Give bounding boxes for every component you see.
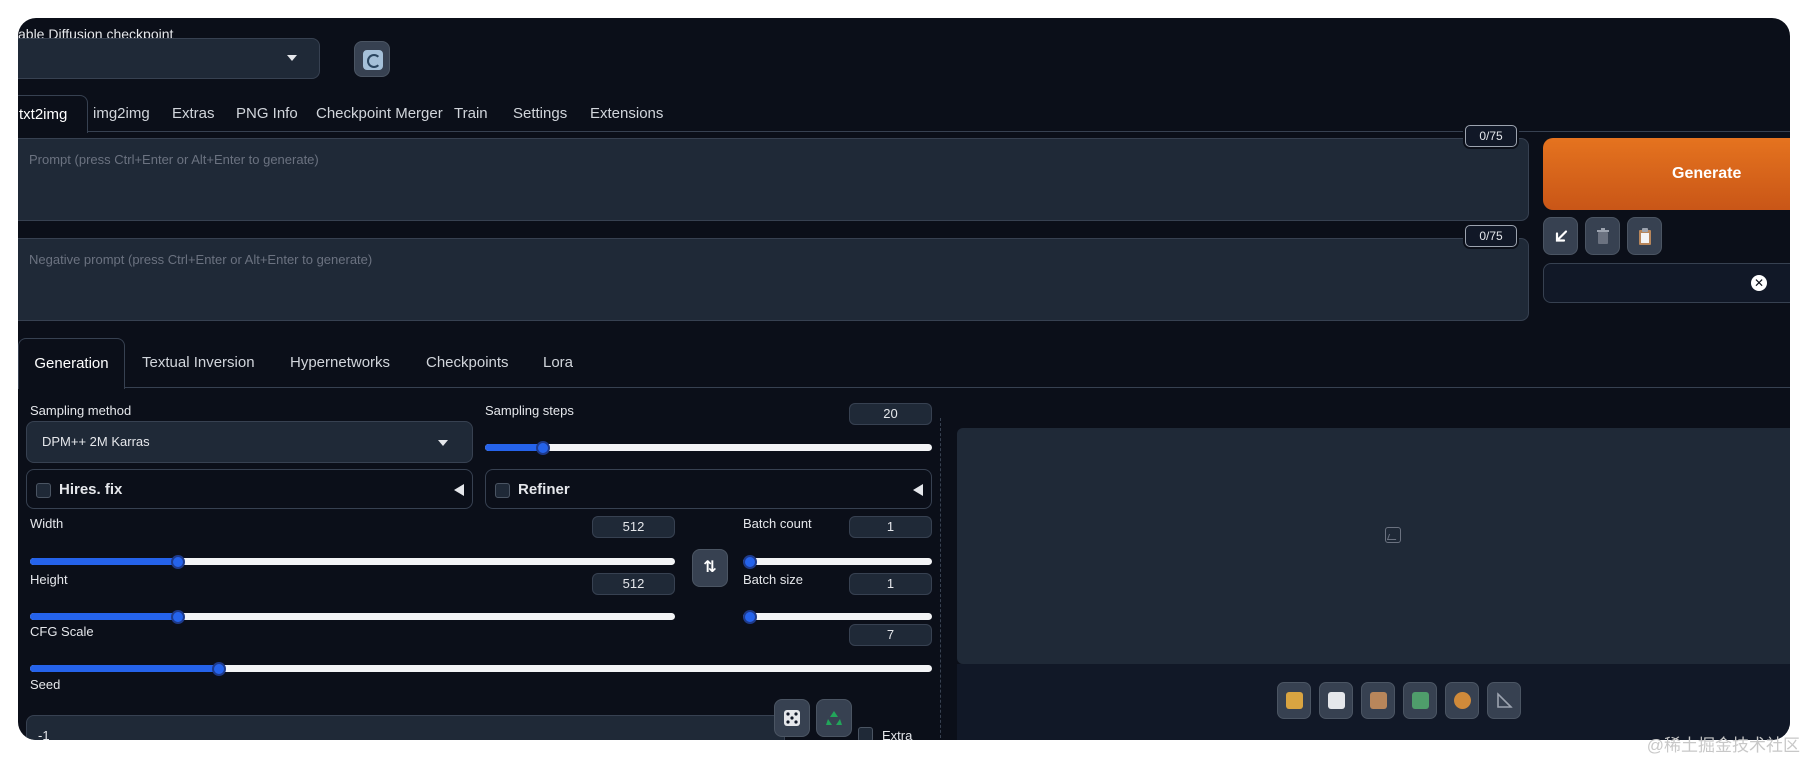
extra-seed-checkbox[interactable] (858, 727, 873, 740)
height-slider[interactable] (30, 606, 675, 628)
hires-fix-accordion[interactable]: Hires. fix (26, 469, 473, 509)
sampling-method-select[interactable]: DPM++ 2M Karras (26, 421, 473, 463)
zip-button[interactable] (1361, 682, 1395, 719)
hires-fix-label: Hires. fix (59, 481, 123, 498)
send-to-img2img-button[interactable] (1403, 682, 1437, 719)
send-to-inpaint-icon (1454, 692, 1471, 709)
tab-png-info[interactable]: PNG Info (236, 95, 298, 132)
slider-thumb[interactable] (536, 441, 551, 455)
width-label: Width (30, 516, 64, 531)
prompt-token-counter: 0/75 (1465, 125, 1517, 147)
tab-generation[interactable]: Generation (18, 338, 125, 389)
paste-style-button[interactable] (1627, 217, 1662, 255)
send-to-extras-button[interactable] (1487, 682, 1521, 719)
slider-thumb[interactable] (212, 662, 227, 676)
tab-train[interactable]: Train (454, 95, 488, 132)
arrow-down-left-icon (1555, 230, 1568, 242)
prompt-input[interactable]: Prompt (press Ctrl+Enter or Alt+Enter to… (18, 138, 1529, 221)
slider-thumb[interactable] (171, 555, 186, 569)
cfg-scale-label: CFG Scale (30, 624, 94, 639)
expand-arrow-icon[interactable] (454, 484, 464, 496)
batch-size-input[interactable]: 1 (849, 573, 932, 595)
output-gallery[interactable] (957, 428, 1790, 664)
width-slider[interactable] (30, 551, 675, 573)
height-label: Height (30, 572, 68, 587)
refiner-accordion[interactable]: Refiner (485, 469, 932, 509)
slider-thumb[interactable] (171, 610, 186, 624)
send-to-inpaint-button[interactable] (1445, 682, 1479, 719)
clipboard-icon (1639, 228, 1651, 245)
negative-prompt-placeholder: Negative prompt (press Ctrl+Enter or Alt… (29, 252, 373, 267)
batch-size-label: Batch size (743, 572, 803, 587)
save-icon (1328, 692, 1345, 709)
open-folder-button[interactable] (1277, 682, 1311, 719)
cfg-scale-slider[interactable] (30, 658, 932, 680)
cfg-scale-input[interactable]: 7 (849, 624, 932, 646)
generate-button[interactable]: Generate (1543, 138, 1790, 210)
recycle-icon (826, 711, 842, 725)
main-tabs: txt2img img2img Extras PNG Info Checkpoi… (18, 95, 1790, 133)
sub-tabs: Generation Textual Inversion Hypernetwor… (18, 338, 1790, 389)
seed-value: -1 (38, 728, 50, 740)
tab-extras[interactable]: Extras (172, 95, 215, 132)
tab-textual-inversion[interactable]: Textual Inversion (142, 338, 255, 388)
read-params-button[interactable] (1543, 217, 1578, 255)
random-seed-button[interactable] (774, 699, 810, 737)
refresh-checkpoints-button[interactable] (354, 41, 390, 77)
seed-input[interactable]: -1 (26, 715, 785, 740)
styles-select[interactable]: ✕ (1543, 263, 1790, 303)
extra-seed-label: Extra (882, 728, 913, 740)
save-button[interactable] (1319, 682, 1353, 719)
slider-thumb[interactable] (743, 610, 757, 624)
dice-icon (784, 710, 800, 726)
tab-txt2img[interactable]: txt2img (18, 95, 88, 133)
column-divider (940, 418, 941, 740)
watermark: @稀土掘金技术社区 (1646, 736, 1800, 755)
tab-settings[interactable]: Settings (513, 95, 567, 132)
tab-img2img[interactable]: img2img (93, 95, 150, 132)
send-to-img2img-icon (1412, 692, 1429, 709)
trash-icon (1597, 228, 1609, 244)
sampling-method-value: DPM++ 2M Karras (42, 434, 150, 449)
batch-count-input[interactable]: 1 (849, 516, 932, 538)
refiner-checkbox[interactable] (495, 483, 510, 498)
clear-prompt-button[interactable] (1585, 217, 1620, 255)
image-placeholder-icon (1385, 527, 1401, 543)
refiner-label: Refiner (518, 481, 570, 498)
swap-dimensions-button[interactable]: ⇅ (692, 549, 728, 587)
hires-fix-checkbox[interactable] (36, 483, 51, 498)
swap-arrows-icon: ⇅ (703, 559, 717, 576)
folder-icon (1286, 692, 1303, 709)
batch-count-label: Batch count (743, 516, 812, 531)
sampling-steps-label: Sampling steps (485, 403, 574, 418)
tab-extensions[interactable]: Extensions (590, 95, 663, 132)
negative-prompt-token-counter: 0/75 (1465, 225, 1517, 247)
reuse-seed-button[interactable] (816, 699, 852, 737)
tab-hypernetworks[interactable]: Hypernetworks (290, 338, 390, 388)
checkpoint-select[interactable] (18, 38, 320, 79)
prompt-placeholder: Prompt (press Ctrl+Enter or Alt+Enter to… (29, 152, 319, 167)
refresh-icon (363, 50, 383, 70)
tab-lora[interactable]: Lora (543, 338, 573, 388)
slider-thumb[interactable] (743, 555, 757, 569)
tab-checkpoint-merger[interactable]: Checkpoint Merger (316, 95, 443, 132)
negative-prompt-input[interactable]: Negative prompt (press Ctrl+Enter or Alt… (18, 238, 1529, 321)
sampling-method-label: Sampling method (30, 403, 132, 418)
sampling-steps-input[interactable]: 20 (849, 403, 932, 425)
app-window: able Diffusion checkpoint txt2img img2im… (18, 18, 1790, 740)
batch-count-slider[interactable] (743, 551, 932, 573)
chevron-down-icon (287, 55, 297, 61)
send-to-extras-icon (1497, 692, 1513, 708)
expand-arrow-icon[interactable] (913, 484, 923, 496)
height-input[interactable]: 512 (592, 573, 675, 595)
zip-icon (1370, 692, 1387, 709)
clear-styles-icon[interactable]: ✕ (1751, 275, 1767, 291)
chevron-down-icon (438, 440, 448, 446)
width-input[interactable]: 512 (592, 516, 675, 538)
sampling-steps-slider[interactable] (485, 437, 932, 459)
tab-checkpoints[interactable]: Checkpoints (426, 338, 509, 388)
seed-label: Seed (30, 677, 61, 692)
